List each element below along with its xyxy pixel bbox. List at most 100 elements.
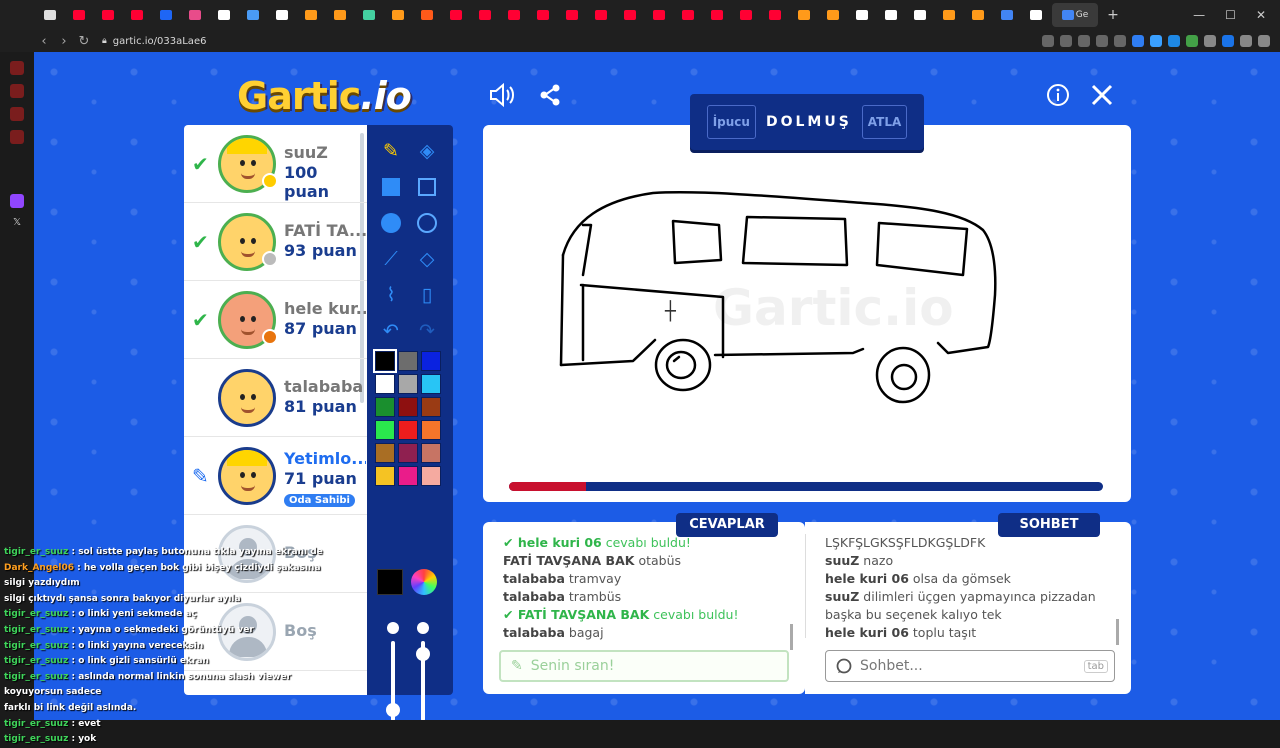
browser-tab[interactable] — [936, 3, 961, 27]
player-row[interactable]: ✔ FATİ TA... 93 puan — [184, 203, 367, 281]
browser-tab[interactable] — [472, 3, 497, 27]
twitch-icon[interactable] — [10, 194, 24, 208]
color-swatch[interactable] — [421, 420, 441, 440]
skip-button[interactable]: ATLA — [861, 105, 908, 139]
minimize-icon[interactable]: — — [1193, 8, 1205, 22]
sidebar-icon-2[interactable] — [10, 84, 24, 98]
browser-tab-active[interactable]: Ge — [1052, 3, 1098, 27]
color-swatch[interactable] — [398, 374, 418, 394]
color-swatch[interactable] — [375, 443, 395, 463]
color-swatch[interactable] — [375, 466, 395, 486]
browser-tab[interactable] — [414, 3, 439, 27]
answer-input[interactable]: ✎ Senin sıran! — [499, 650, 789, 682]
browser-tab[interactable] — [95, 3, 120, 27]
close-icon[interactable] — [1088, 81, 1116, 109]
color-swatch[interactable] — [398, 397, 418, 417]
sidebar-icon-3[interactable] — [10, 107, 24, 121]
browser-tab[interactable] — [617, 3, 642, 27]
browser-tab[interactable] — [530, 3, 555, 27]
new-page-tool-icon[interactable]: ▯ — [411, 279, 443, 311]
rect-tool-icon[interactable] — [411, 171, 443, 203]
browser-tab[interactable] — [269, 3, 294, 27]
color-swatch[interactable] — [375, 397, 395, 417]
send-icon[interactable] — [1096, 35, 1108, 47]
browser-tab[interactable] — [675, 3, 700, 27]
color-swatch[interactable] — [373, 349, 397, 373]
new-tab-icon[interactable]: + — [1102, 7, 1124, 23]
player-row[interactable]: ✔ hele kur... 87 puan — [184, 281, 367, 359]
browser-tab[interactable] — [182, 3, 207, 27]
browser-tab[interactable] — [211, 3, 236, 27]
opacity-slider[interactable] — [416, 641, 430, 720]
player-row[interactable]: ✎ Yetimlo... 71 puan Oda Sahibi — [184, 437, 367, 515]
browser-tab[interactable] — [820, 3, 845, 27]
x-icon[interactable]: 𝕏 — [10, 217, 24, 231]
color-swatch[interactable] — [421, 466, 441, 486]
ext-cyan-icon[interactable] — [1150, 35, 1162, 47]
browser-tab[interactable] — [66, 3, 91, 27]
redo-tool-icon[interactable]: ↷ — [411, 315, 443, 347]
extension-icon[interactable] — [1060, 35, 1072, 47]
color-wheel-icon[interactable] — [411, 569, 437, 595]
browser-tab[interactable] — [849, 3, 874, 27]
browser-tab[interactable] — [443, 3, 468, 27]
shield-icon[interactable] — [1078, 35, 1090, 47]
circle-tool-icon[interactable] — [411, 207, 443, 239]
brush-size-knob[interactable] — [386, 703, 400, 717]
drawing-canvas[interactable]: Gartic.io ┼ — [483, 125, 1131, 502]
browser-tab[interactable] — [240, 3, 265, 27]
ext-globe-icon[interactable] — [1168, 35, 1180, 47]
undo-tool-icon[interactable]: ↶ — [375, 315, 407, 347]
browser-tab[interactable] — [704, 3, 729, 27]
fill-tool-icon[interactable]: ◇ — [411, 243, 443, 275]
browser-logo-icon[interactable] — [8, 3, 33, 27]
browser-tab[interactable] — [153, 3, 178, 27]
url-field[interactable]: 🔒︎ gartic.io/033aLae6 — [102, 36, 206, 47]
line-tool-icon[interactable]: ⟋ — [375, 243, 407, 275]
browser-tab[interactable] — [994, 3, 1019, 27]
browser-tab[interactable] — [37, 3, 62, 27]
color-swatch[interactable] — [421, 351, 441, 371]
browser-tab[interactable] — [385, 3, 410, 27]
color-swatch[interactable] — [398, 351, 418, 371]
bookmark-icon[interactable] — [1042, 35, 1054, 47]
menu-icon[interactable] — [1258, 35, 1270, 47]
sound-icon[interactable] — [488, 81, 516, 109]
color-swatch[interactable] — [398, 420, 418, 440]
puzzle-icon[interactable] — [1204, 35, 1216, 47]
eraser-tool-icon[interactable]: ◈ — [411, 135, 443, 167]
browser-tab[interactable] — [559, 3, 584, 27]
color-swatch[interactable] — [398, 443, 418, 463]
browser-tab[interactable] — [327, 3, 352, 27]
gartic-logo[interactable]: Gartic.io — [237, 74, 412, 118]
browser-tab[interactable] — [501, 3, 526, 27]
player-row[interactable]: ✔ suuZ 100 puan — [184, 125, 367, 203]
sidebar-icon-1[interactable] — [10, 61, 24, 75]
hint-button[interactable]: İpucu — [706, 105, 756, 139]
brush-size-slider[interactable] — [386, 641, 400, 720]
browser-tab[interactable] — [588, 3, 613, 27]
filled-circle-tool-icon[interactable] — [375, 207, 407, 239]
browser-tab[interactable] — [907, 3, 932, 27]
browser-tab[interactable] — [1023, 3, 1048, 27]
color-swatch[interactable] — [398, 466, 418, 486]
download-icon[interactable] — [1240, 35, 1252, 47]
forward-icon[interactable]: › — [54, 34, 74, 49]
ext-blue-icon[interactable] — [1132, 35, 1144, 47]
browser-tab[interactable] — [356, 3, 381, 27]
heart-icon[interactable] — [1114, 35, 1126, 47]
color-swatch[interactable] — [375, 420, 395, 440]
filled-rect-tool-icon[interactable] — [375, 171, 407, 203]
sidebar-icon-4[interactable] — [10, 130, 24, 144]
browser-tab[interactable] — [791, 3, 816, 27]
back-icon[interactable]: ‹ — [34, 34, 54, 49]
browser-tab[interactable] — [124, 3, 149, 27]
browser-tab[interactable] — [298, 3, 323, 27]
window-close-icon[interactable]: ✕ — [1256, 8, 1266, 22]
share-icon[interactable] — [536, 81, 564, 109]
pencil-tool-icon[interactable]: ✎ — [375, 135, 407, 167]
color-swatch[interactable] — [421, 397, 441, 417]
info-icon[interactable] — [1044, 81, 1072, 109]
opacity-knob[interactable] — [416, 647, 430, 661]
chat-scrollbar[interactable] — [1116, 619, 1119, 645]
